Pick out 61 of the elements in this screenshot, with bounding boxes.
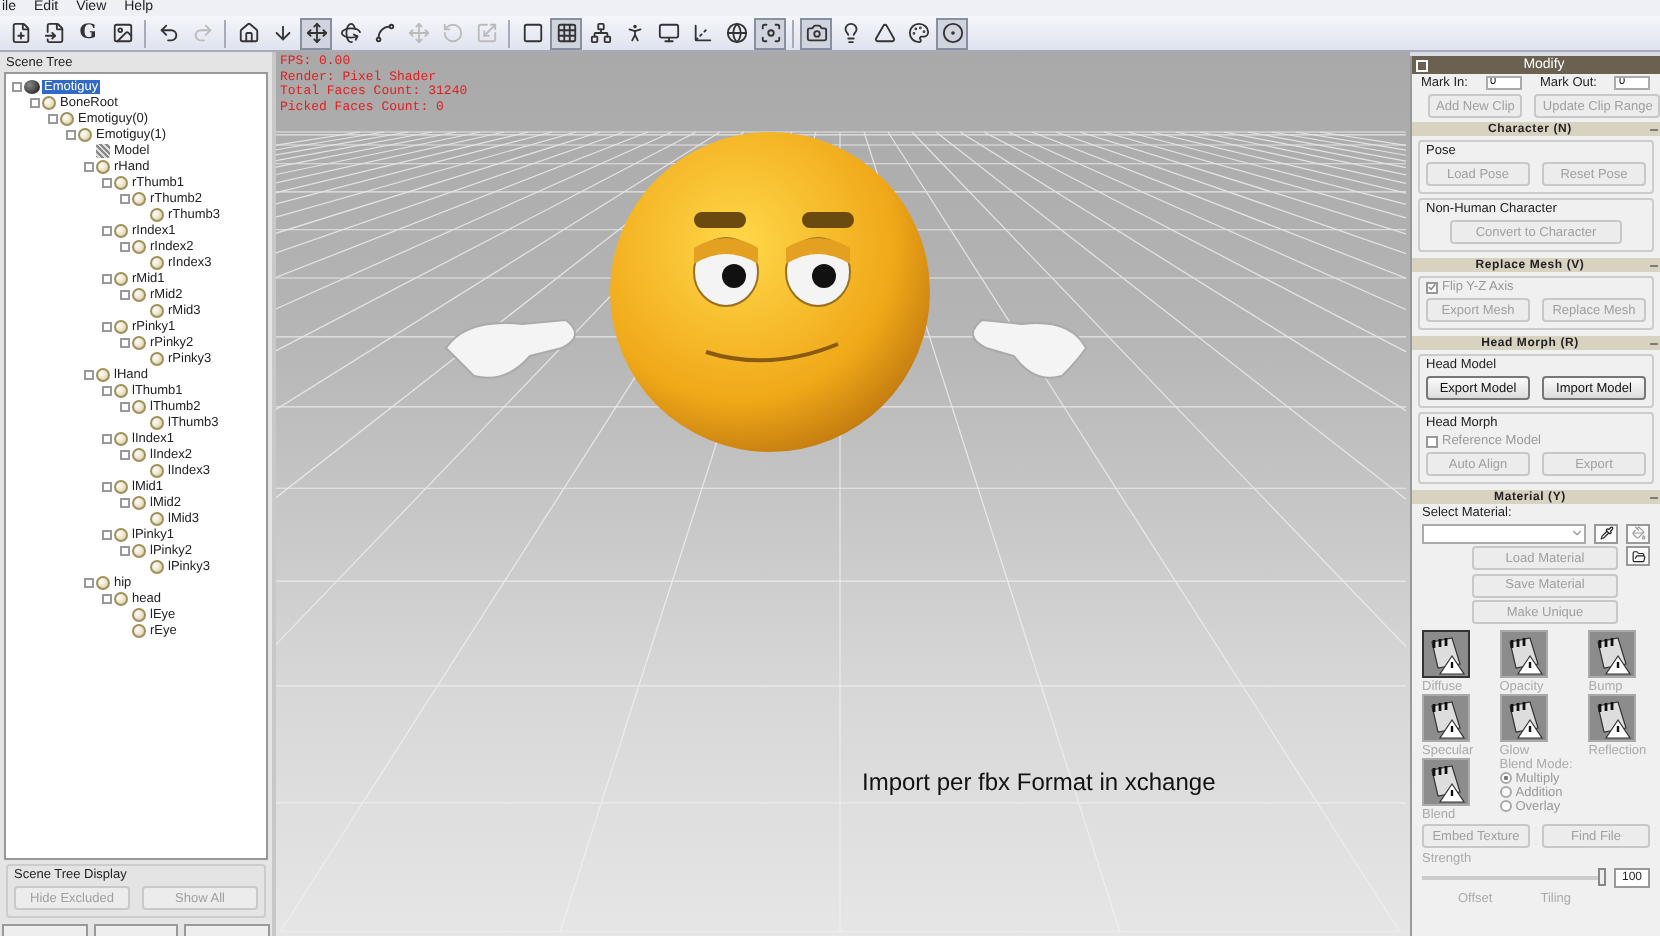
node-icon (42, 95, 56, 109)
node-icon (114, 479, 128, 493)
node-icon (150, 511, 164, 525)
sphere-icon (24, 79, 40, 93)
texture-slot[interactable] (1422, 757, 1470, 805)
sphere-icon[interactable] (936, 17, 968, 49)
texture-slot[interactable] (1588, 629, 1637, 677)
collapse-icon[interactable] (1648, 491, 1660, 503)
node-icon (132, 335, 146, 349)
texture-slot[interactable] (1422, 629, 1470, 677)
tab[interactable] (93, 924, 179, 936)
node-icon (150, 255, 164, 269)
node-icon (114, 319, 128, 333)
node-icon (150, 207, 164, 221)
tab[interactable] (2, 924, 88, 936)
node-icon (132, 447, 146, 461)
grid-icon[interactable] (550, 17, 582, 49)
texture-slot[interactable] (1499, 629, 1548, 677)
node-icon (96, 367, 110, 381)
node-icon (114, 175, 128, 189)
focus-icon[interactable] (754, 17, 786, 49)
node-icon (132, 239, 146, 253)
node-icon (96, 159, 110, 173)
slider-thumb[interactable] (1598, 868, 1606, 886)
radio-button[interactable] (1499, 772, 1512, 784)
node-icon (150, 303, 164, 317)
node-icon (132, 399, 146, 413)
camera-icon[interactable] (800, 17, 832, 49)
node-icon (114, 271, 128, 285)
node-icon (114, 383, 128, 397)
collapse-icon[interactable] (1648, 337, 1660, 349)
tab[interactable] (184, 924, 271, 936)
node-icon (150, 415, 164, 429)
texture-slot[interactable] (1422, 693, 1470, 741)
texture-slot[interactable] (1588, 693, 1637, 741)
texture-slot[interactable] (1499, 693, 1548, 741)
collapse-icon[interactable] (1416, 59, 1428, 71)
node-icon (132, 495, 146, 509)
node-icon (150, 559, 164, 573)
toolbar-button[interactable]: G (72, 17, 104, 49)
collapse-icon[interactable] (1648, 259, 1660, 271)
node-icon (132, 543, 146, 557)
node-icon (114, 591, 128, 605)
mesh-icon (96, 143, 110, 157)
radio-button[interactable] (1499, 786, 1512, 798)
node-icon (132, 191, 146, 205)
node-icon (114, 223, 128, 237)
node-icon (114, 431, 128, 445)
node-icon (150, 463, 164, 477)
radio-button[interactable] (1499, 800, 1512, 812)
node-icon (60, 111, 74, 125)
folder-icon[interactable] (1626, 546, 1650, 566)
node-icon (150, 351, 164, 365)
node-icon (114, 527, 128, 541)
move-icon[interactable] (300, 17, 332, 49)
caption-text: Import per fbx Format in xchange (862, 768, 1216, 796)
collapse-icon[interactable] (1648, 123, 1660, 135)
node-icon (96, 575, 110, 589)
node-icon (78, 127, 92, 141)
eyedropper-icon[interactable] (1594, 523, 1618, 543)
node-icon (132, 287, 146, 301)
